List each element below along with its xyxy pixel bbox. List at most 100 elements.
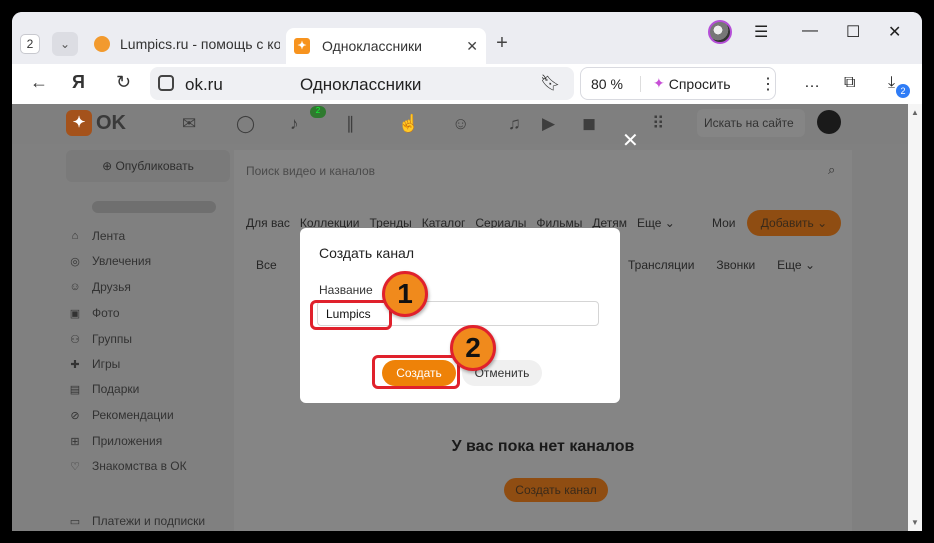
tab-count[interactable]: 2 xyxy=(20,34,40,54)
subtab-all[interactable]: Все xyxy=(256,258,277,272)
games-icon: ✚ xyxy=(70,358,80,371)
zoom-level[interactable]: 80 % xyxy=(581,75,641,92)
step-marker-1: 1 xyxy=(382,271,428,317)
ask-label: Спросить xyxy=(668,75,731,92)
ok-logo-icon[interactable]: ✦ xyxy=(66,110,92,136)
downloads-badge: 2 xyxy=(896,84,910,98)
tab-lumpics[interactable]: Lumpics.ru - помощь с ком xyxy=(94,30,282,58)
games-header-icon[interactable]: ◼ xyxy=(582,114,596,134)
notifications-badge: 2 xyxy=(310,106,326,118)
create-channel-button[interactable]: Создать канал xyxy=(504,478,608,502)
sidebar-item-apps[interactable]: ⊞ Приложения xyxy=(68,434,162,448)
sidebar-item-label: Платежи и подписки xyxy=(92,514,206,528)
profile-avatar[interactable] xyxy=(708,20,732,44)
lumpics-favicon-icon xyxy=(94,36,110,52)
close-window-icon[interactable]: ✕ xyxy=(888,22,901,42)
modal-close-icon[interactable]: ✕ xyxy=(622,128,639,153)
ok-favicon-icon: ✦ xyxy=(294,38,310,54)
tab-bar: 2 ⌄ Lumpics.ru - помощь с ком ✦ Одноклас… xyxy=(12,12,922,64)
sidebar-item-label: Знакомства в ОК xyxy=(92,459,187,473)
sidebar-item-games[interactable]: ✚ Игры xyxy=(68,357,120,371)
notifications-icon[interactable]: ♪ xyxy=(290,114,299,134)
sidebar-item-label: Приложения xyxy=(92,434,163,448)
sidebar-item-gifts[interactable]: ▤ Подарки xyxy=(68,382,140,396)
tab-mine[interactable]: Мои xyxy=(712,216,736,230)
tab-title: Одноклассники xyxy=(322,38,423,54)
menu-icon[interactable]: ☰ xyxy=(754,22,768,42)
sidebar-item-hobbies[interactable]: ◎ Увлечения xyxy=(68,254,151,268)
tab-list-chevron-icon[interactable]: ⌄ xyxy=(52,32,78,56)
publish-button[interactable]: ⊕ Опубликовать xyxy=(66,150,230,182)
music-icon[interactable]: ♫ xyxy=(508,114,521,134)
video-search-input[interactable]: Поиск видео и каналов xyxy=(246,164,375,178)
subtab-more[interactable]: Еще ⌄ xyxy=(777,258,815,272)
tab-more-label: Еще xyxy=(637,216,662,230)
discussions-icon[interactable]: ◯ xyxy=(236,114,255,134)
video-icon[interactable]: ▶ xyxy=(542,114,555,134)
ask-button[interactable]: ✦ Спросить xyxy=(641,75,731,92)
scrollbar[interactable]: ▲ ▼ xyxy=(908,104,922,531)
add-label: Добавить xyxy=(760,216,814,230)
bookmark-icon[interactable]: 🔖︎ xyxy=(540,73,560,93)
sidebar-item-payments[interactable]: ▭ Платежи и подписки xyxy=(68,514,205,528)
maximize-icon[interactable]: ☐ xyxy=(846,22,860,42)
subtab-calls[interactable]: Звонки xyxy=(716,258,755,272)
sidebar-item-photo[interactable]: ▣ Фото xyxy=(68,306,120,320)
site-search-input[interactable]: Искать на сайте xyxy=(697,109,805,137)
sidebar-item-label: Фото xyxy=(92,306,120,320)
ok-logo-text[interactable]: OK xyxy=(96,112,126,135)
groups-icon: ⚇ xyxy=(70,333,80,346)
zoom-ask-group: 80 % ✦ Спросить xyxy=(580,67,776,100)
more-horizontal-icon[interactable]: … xyxy=(804,74,820,92)
highlight-create-button xyxy=(372,355,460,389)
chevron-down-icon: ⌄ xyxy=(804,258,815,272)
subtab-broadcasts[interactable]: Трансляции xyxy=(628,258,694,272)
chevron-down-icon: ⌄ xyxy=(817,216,828,230)
dating-icon: ♡ xyxy=(70,460,80,473)
sidebar-item-label: Игры xyxy=(92,357,121,371)
sidebar-item-label: Увлечения xyxy=(92,254,152,268)
sidebar-item-groups[interactable]: ⚇ Группы xyxy=(68,332,132,346)
friends-icon: ☺ xyxy=(69,281,81,293)
sidebar-item-label: Группы xyxy=(92,332,132,346)
friends-header-icon[interactable]: ☺ xyxy=(452,114,469,134)
tab-odnoklassniki[interactable]: ✦ Одноклассники ✕ xyxy=(286,28,486,64)
tab-close-icon[interactable]: ✕ xyxy=(466,38,478,55)
scroll-down-icon[interactable]: ▼ xyxy=(911,518,919,527)
sidebar-item-friends[interactable]: ☺ Друзья xyxy=(68,280,131,294)
sidebar-item-feed[interactable]: ⌂ Лента xyxy=(68,229,126,243)
gifts-icon: ▤ xyxy=(69,383,81,396)
more-vertical-icon[interactable]: ⋮ xyxy=(760,74,776,94)
sidebar-item-label: Друзья xyxy=(92,280,131,294)
new-tab-plus-icon[interactable]: + xyxy=(490,32,514,56)
sidebar-panel-icon[interactable]: ⧉ xyxy=(844,74,855,92)
tab-more[interactable]: Еще ⌄ xyxy=(637,216,675,230)
add-video-button[interactable]: Добавить ⌄ xyxy=(747,210,841,236)
dialog-title: Создать канал xyxy=(319,245,414,261)
downloads-icon[interactable]: ⤓ xyxy=(888,74,895,92)
apps-icon: ⊞ xyxy=(70,435,80,448)
ai-ask-icon: ✦ xyxy=(653,75,665,91)
tab-for-you[interactable]: Для вас xyxy=(246,216,290,230)
user-name-blurred[interactable] xyxy=(92,201,216,213)
yandex-logo-icon[interactable]: Я xyxy=(72,72,85,93)
sidebar-item-dating[interactable]: ♡ Знакомства в ОК xyxy=(68,459,187,473)
ok-header: ✦ OK ✉ ◯ ♪ 2 ∥ ☝ ☺ ♫ ▶ ◼ ⠿ Искать на сай… xyxy=(12,104,908,144)
likes-icon[interactable]: ☝ xyxy=(398,114,419,134)
empty-channels-title: У вас пока нет каналов xyxy=(451,438,635,455)
sidebar-item-label: Рекомендации xyxy=(92,408,174,422)
messages-icon[interactable]: ✉ xyxy=(182,114,196,134)
minimize-icon[interactable]: — xyxy=(802,22,818,40)
back-arrow-icon[interactable]: ← xyxy=(30,72,48,93)
url-field[interactable]: ok.ru Одноклассники 🔖︎ xyxy=(150,67,574,100)
search-icon[interactable]: ⌕ xyxy=(828,162,835,178)
lock-icon[interactable] xyxy=(158,75,174,91)
sidebar-item-recommendations[interactable]: ⊘ Рекомендации xyxy=(68,408,174,422)
user-avatar[interactable] xyxy=(817,110,841,134)
sidebar-item-label: Подарки xyxy=(92,382,140,396)
guests-icon[interactable]: ∥ xyxy=(346,114,355,134)
scroll-up-icon[interactable]: ▲ xyxy=(911,108,919,117)
name-field-label: Название xyxy=(319,283,373,297)
apps-grid-icon[interactable]: ⠿ xyxy=(652,114,664,134)
reload-icon[interactable]: ↻ xyxy=(116,72,131,93)
